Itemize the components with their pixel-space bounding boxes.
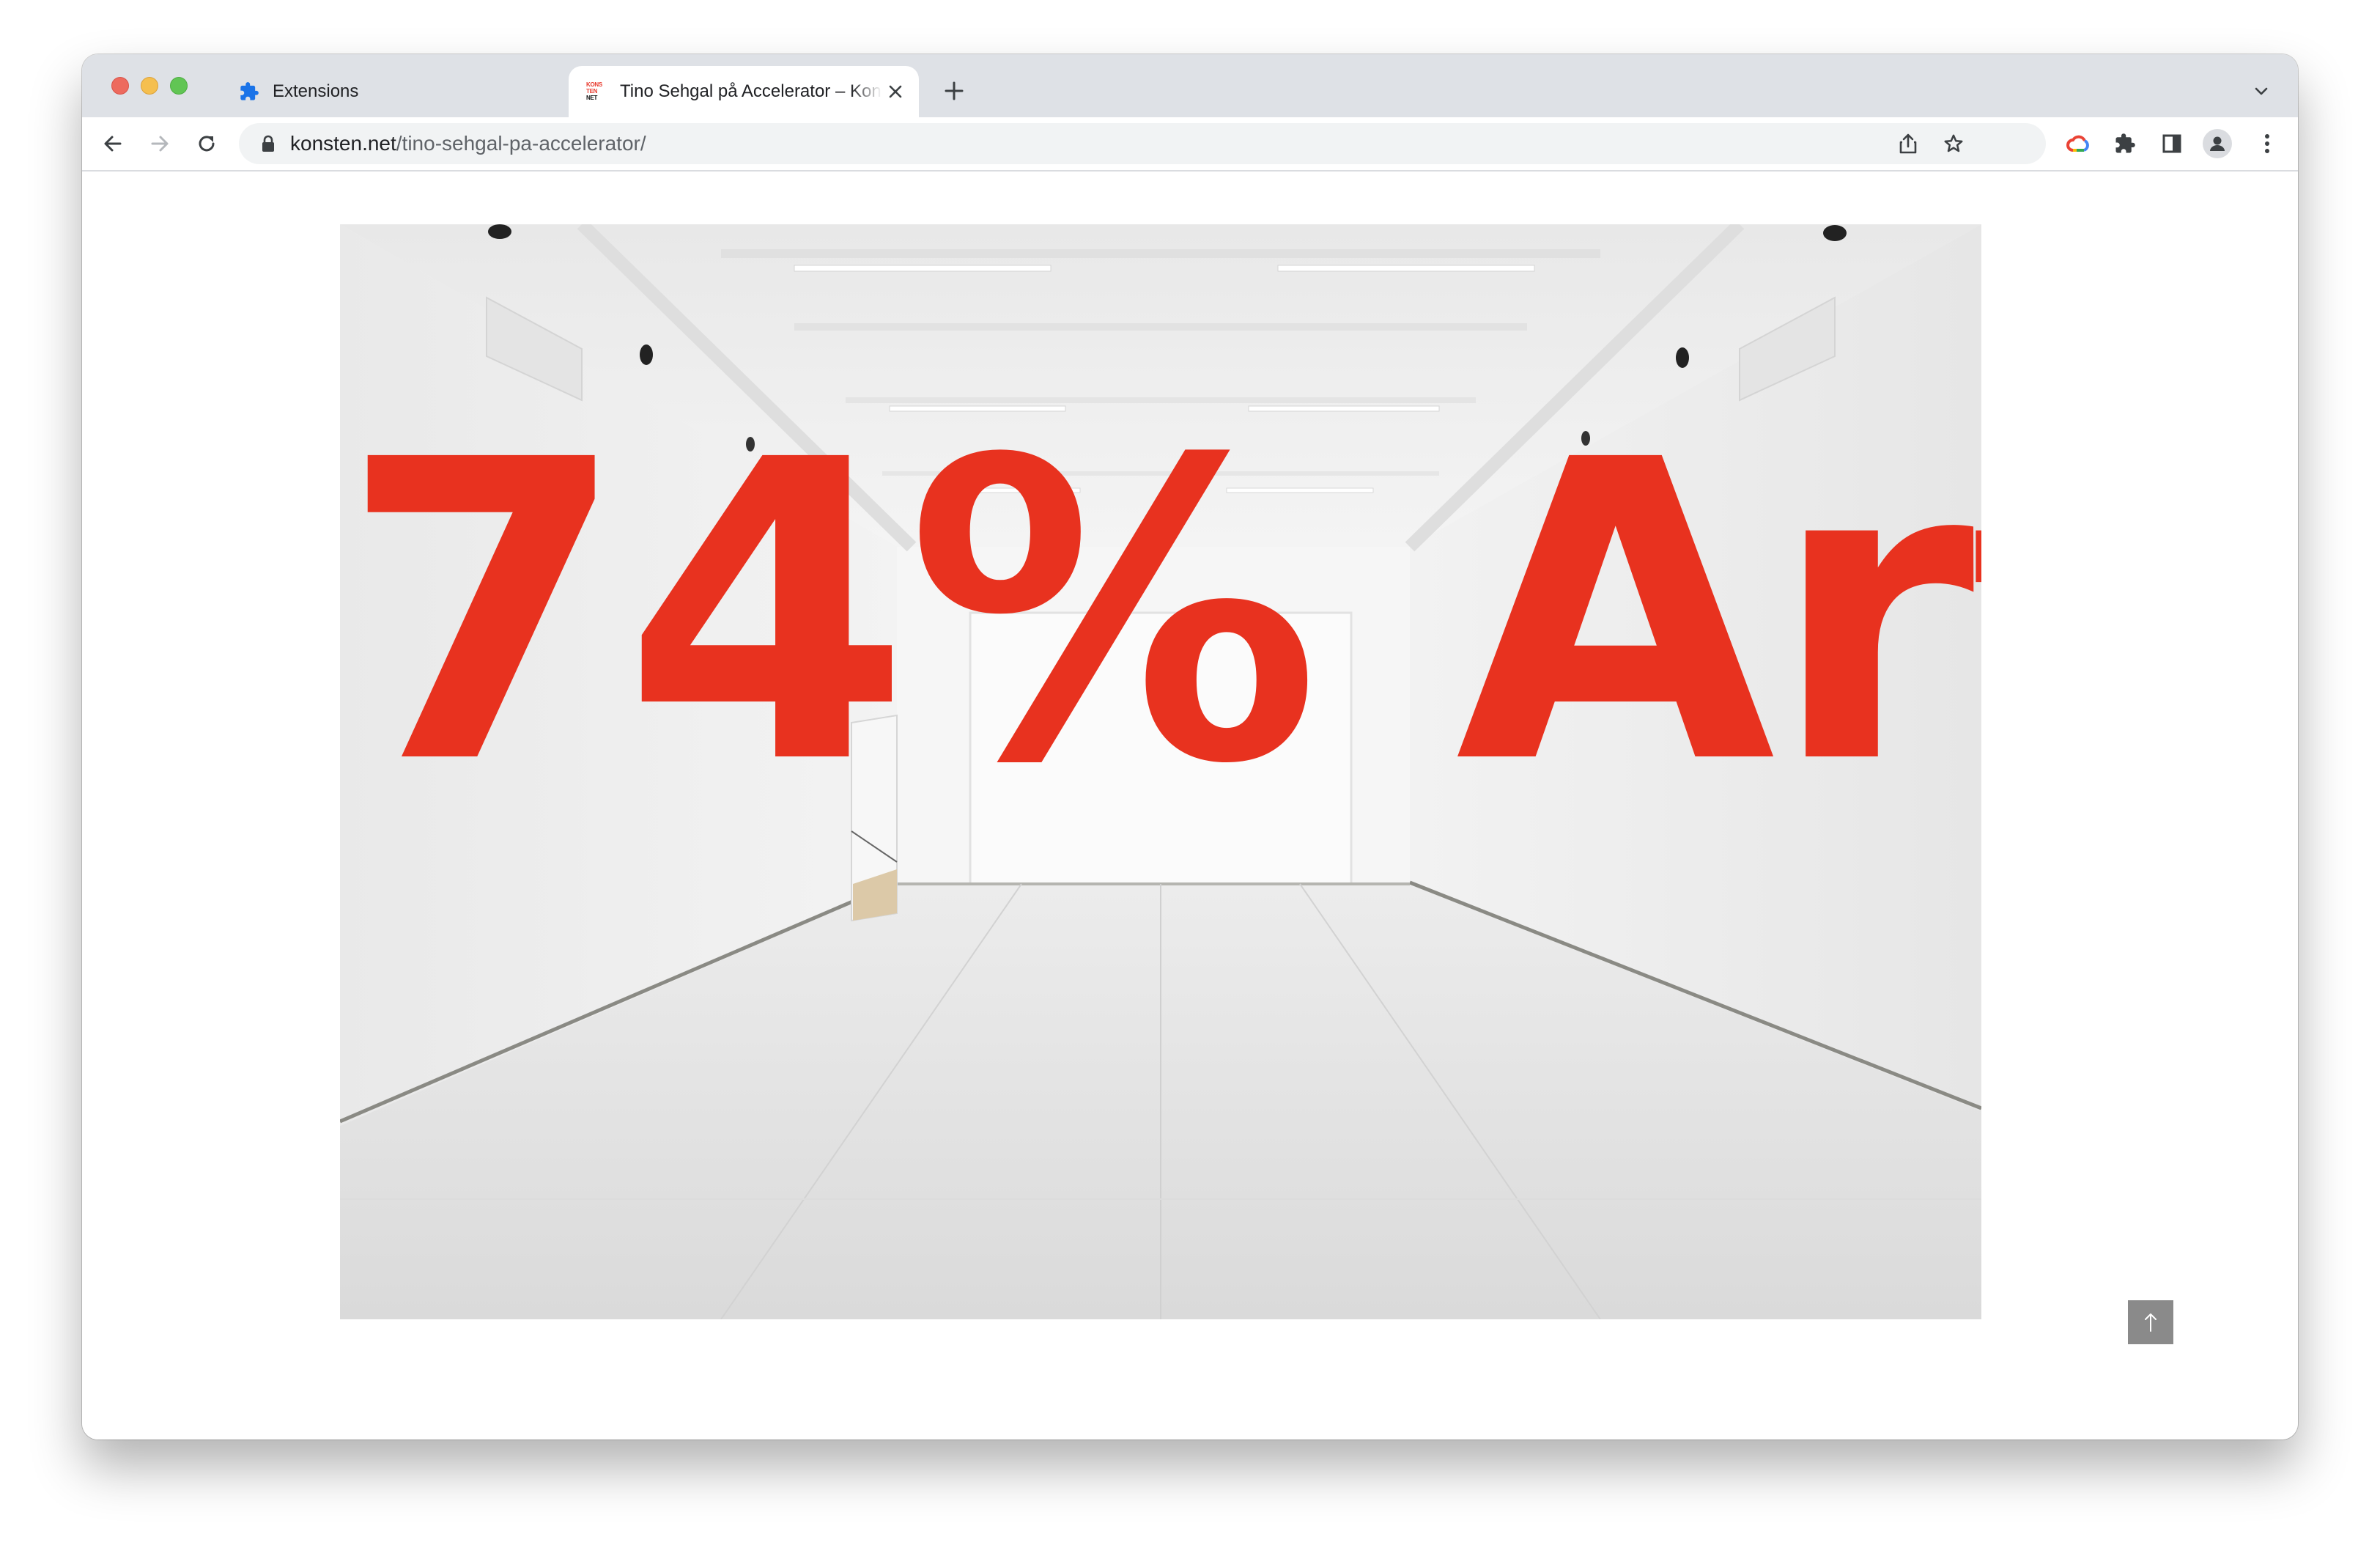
url-text[interactable]: konsten.net/tino-sehgal-pa-accelerator/: [290, 123, 646, 164]
side-panel-button[interactable]: [2156, 128, 2188, 160]
arrow-up-icon: [2145, 1313, 2157, 1332]
bookmark-star-icon[interactable]: [1940, 130, 1967, 157]
browser-menu-button[interactable]: [2251, 128, 2283, 160]
lock-icon[interactable]: [258, 133, 278, 154]
tab-strip: Extensions KONS TEN NET Tino Sehgal på A…: [82, 54, 2298, 117]
reload-button[interactable]: [191, 128, 223, 160]
profile-avatar[interactable]: [2203, 129, 2232, 158]
page-content: 74% Art: [82, 172, 2298, 1440]
browser-window: Extensions KONS TEN NET Tino Sehgal på A…: [82, 54, 2298, 1440]
window-maximize-button[interactable]: [170, 77, 188, 95]
share-icon[interactable]: [1895, 130, 1921, 157]
arrow-left-icon: [104, 136, 122, 152]
toolbar: konsten.net/tino-sehgal-pa-accelerator/: [82, 117, 2298, 172]
forward-button[interactable]: [144, 128, 176, 160]
reload-icon: [199, 136, 215, 152]
google-cloud-icon: [2066, 135, 2089, 152]
person-icon: [2210, 136, 2225, 151]
address-bar[interactable]: konsten.net/tino-sehgal-pa-accelerator/: [239, 123, 2046, 164]
tab-title: Tino Sehgal på Accelerator – Konsten.net: [620, 81, 882, 101]
new-tab-button[interactable]: [939, 76, 969, 106]
overlay-headline: 74% Art: [340, 373, 1981, 855]
arrow-right-icon: [151, 136, 169, 152]
scroll-to-top-button[interactable]: [2128, 1300, 2173, 1344]
konsten-favicon-icon: KONS TEN NET: [586, 81, 602, 101]
window-minimize-button[interactable]: [141, 77, 158, 95]
chevron-down-icon: [2255, 87, 2268, 95]
back-button[interactable]: [97, 128, 129, 160]
kebab-menu-icon: [2265, 134, 2269, 153]
tab-search-button[interactable]: [2247, 76, 2276, 106]
google-cloud-extension-button[interactable]: [2062, 128, 2094, 160]
puzzle-icon: [2115, 133, 2135, 153]
hero-gallery-image: 74% Art: [340, 224, 1981, 1319]
window-close-button[interactable]: [111, 77, 129, 95]
tab-konsten[interactable]: KONS TEN NET Tino Sehgal på Accelerator …: [569, 66, 919, 117]
extensions-button[interactable]: [2109, 128, 2141, 160]
close-tab-icon[interactable]: [882, 78, 909, 105]
puzzle-icon: [239, 81, 259, 102]
tab-title: Extensions: [273, 81, 359, 101]
side-panel-icon: [2162, 134, 2181, 153]
plus-icon: [945, 81, 964, 100]
